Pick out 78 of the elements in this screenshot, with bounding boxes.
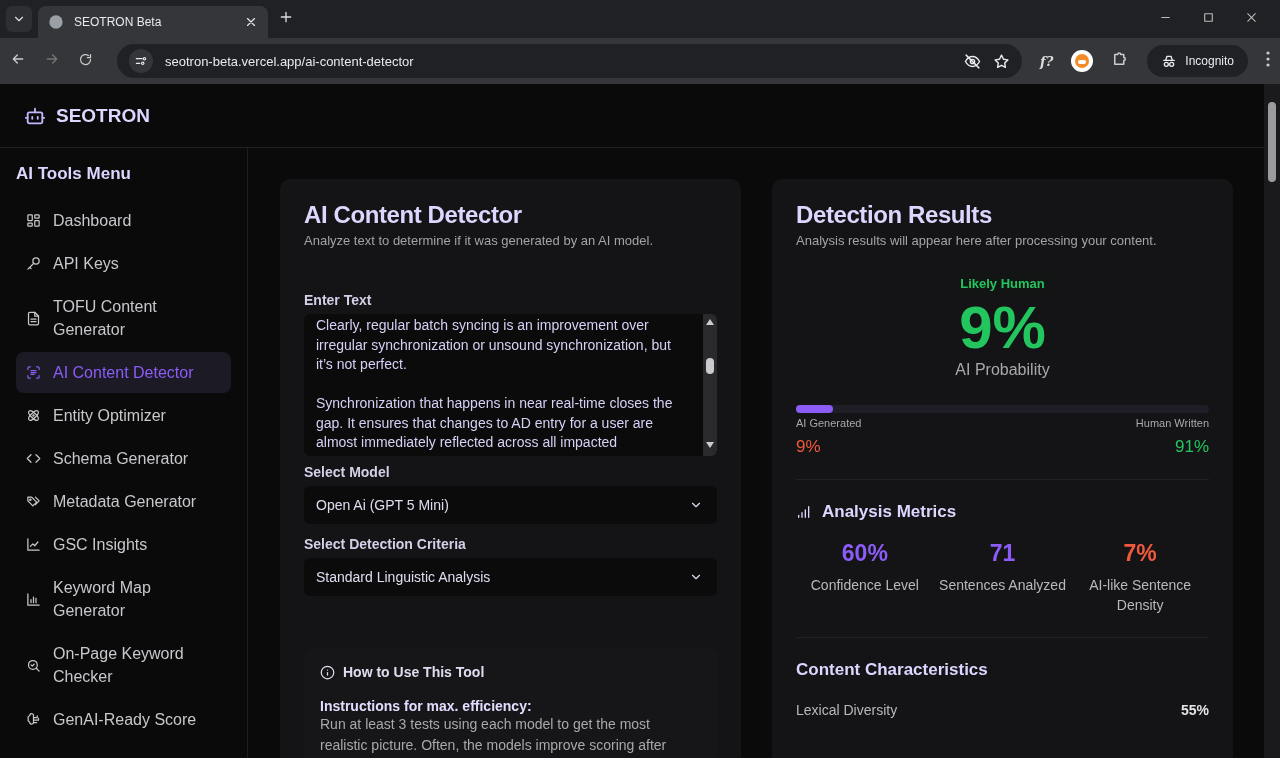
site-settings-icon	[134, 54, 148, 68]
sidebar-title: AI Tools Menu	[16, 164, 132, 184]
text-input-field[interactable]: Clearly, regular batch syncing is an improvement over irregular synchronization or unsound synchronization, but it’s not perfect. Synchronization that happens in near real-time closes the gap. It ensures that changes to AD entry for a user are almost immediately reflected across all impacted	[304, 314, 717, 456]
card-subtitle: Analyze text to determine if it was generated by an AI model.	[304, 233, 655, 248]
star-icon	[993, 52, 1011, 70]
metric-value: 60%	[841, 540, 888, 567]
arrow-right-icon	[44, 51, 60, 67]
field-label: Select Detection Criteria	[304, 536, 467, 552]
atom-icon	[26, 408, 41, 423]
human-percent: 91%	[1174, 437, 1209, 457]
browser-tab[interactable]: SEOTRON Beta	[38, 6, 268, 38]
scan-icon	[26, 365, 41, 380]
maximize-icon	[1202, 11, 1215, 24]
metric-label: AI-like Sentence Density	[1088, 576, 1193, 615]
model-select[interactable]: Open Ai (GPT 5 Mini)	[304, 486, 717, 524]
help-text: Run at least 3 tests using each model to get the most realistic picture. Often, the models improve scoring after	[320, 715, 668, 755]
search-icon	[26, 657, 41, 673]
sidebar-item[interactable]: Schema Generator	[16, 438, 231, 479]
score-value: 9%	[959, 295, 1046, 361]
scrollbar-thumb[interactable]	[1268, 102, 1276, 182]
reload-icon	[78, 51, 93, 67]
score-label: AI Probability	[955, 361, 1050, 379]
sidebar-item[interactable]: Metadata Generator	[16, 481, 231, 522]
address-bar[interactable]: seotron-beta.vercel.app/ai-content-detector	[117, 44, 1023, 78]
eye-off-icon	[964, 52, 982, 70]
plus-icon	[278, 9, 294, 25]
incognito-icon	[1161, 53, 1178, 69]
arrow-left-icon	[10, 51, 26, 67]
sidebar-item[interactable]: Dashboard	[16, 200, 231, 241]
close-icon	[1245, 11, 1258, 24]
sidebar-item[interactable]: Entity Optimizer	[16, 395, 231, 436]
profile-button[interactable]: Incognito	[1147, 45, 1248, 77]
document-icon	[26, 310, 41, 326]
sidebar-item[interactable]: GSC Insights	[16, 524, 231, 565]
sidebar-item[interactable]: On-Page Keyword Checker	[16, 633, 231, 697]
characteristic-label: Lexical Diversity	[796, 702, 898, 718]
extension-button[interactable]	[1071, 50, 1094, 72]
criteria-select[interactable]: Standard Linguistic Analysis	[304, 558, 717, 596]
characteristic-value: 55%	[1180, 702, 1209, 718]
key-icon	[26, 256, 41, 271]
signal-bars-icon	[796, 504, 812, 520]
bar-label: AI Generated	[796, 417, 862, 429]
robot-face-icon	[1074, 53, 1091, 69]
scrollbar-thumb[interactable]	[706, 357, 714, 374]
line-chart-icon	[26, 537, 41, 552]
field-label: Select Model	[304, 464, 391, 480]
card-subtitle: Analysis results will appear here after processing your content.	[796, 233, 1158, 248]
more-icon	[1266, 51, 1270, 67]
code-icon	[26, 451, 41, 466]
section-title: Analysis Metrics	[822, 502, 957, 522]
sidebar-item[interactable]: API Keys	[16, 243, 231, 284]
info-icon	[320, 664, 335, 680]
help-heading: Instructions for max. efficiency:	[320, 698, 533, 714]
sidebar-item[interactable]: TOFU Content Generator	[16, 286, 231, 350]
bar-label: Human Written	[1135, 417, 1209, 429]
verdict-badge: Likely Human	[954, 272, 1051, 295]
sidebar-item[interactable]: Keyword Map Generator	[16, 567, 231, 631]
bar-chart-icon	[26, 591, 41, 607]
tab-search-button[interactable]	[6, 6, 32, 32]
help-title: How to Use This Tool	[343, 664, 485, 680]
close-icon	[244, 15, 258, 29]
scroll-up-icon[interactable]	[706, 318, 714, 327]
sidebar-item[interactable]: GenAI-Ready Score	[16, 699, 231, 740]
sidebar-item[interactable]: AI Content Detector	[16, 352, 231, 393]
metric-label: Sentences Analyzed	[939, 576, 1066, 595]
card-title: Detection Results	[796, 201, 993, 229]
section-title: Content Characteristics	[796, 660, 988, 680]
grid-icon	[26, 213, 41, 228]
metric-label: Confidence Level	[810, 576, 919, 595]
card-title: AI Content Detector	[304, 201, 523, 229]
page-scrollbar[interactable]	[1264, 84, 1280, 758]
metric-value: 71	[989, 540, 1016, 567]
app-logo-text[interactable]: SEOTRON	[56, 104, 150, 127]
field-label: Enter Text	[304, 292, 373, 308]
tags-icon	[26, 494, 41, 509]
extension-button[interactable]: f?	[1040, 53, 1054, 69]
ai-percent: 9%	[796, 437, 821, 457]
metric-value: 7%	[1123, 540, 1157, 567]
